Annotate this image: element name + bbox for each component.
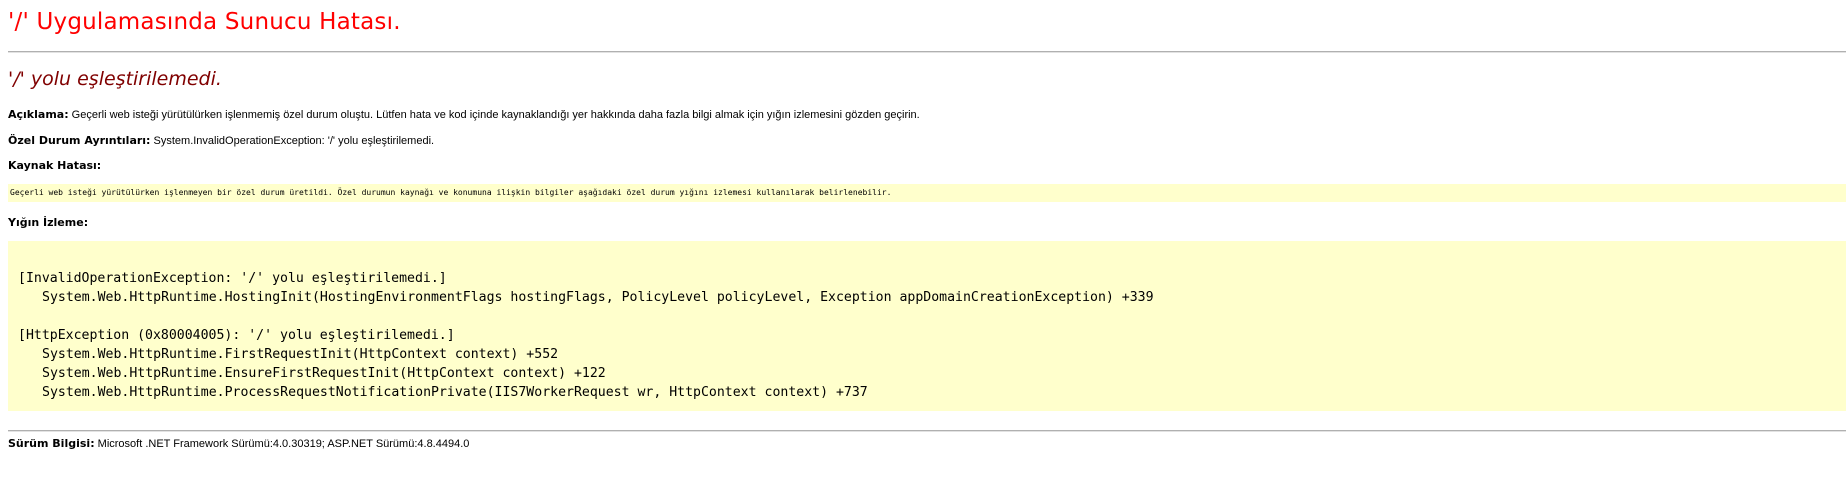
stack-trace-label: Yığın İzleme: (8, 216, 89, 229)
version-info-text: Microsoft .NET Framework Sürümü:4.0.3031… (94, 438, 470, 450)
stack-trace-line: System.Web.HttpRuntime.FirstRequestInit(… (42, 347, 559, 362)
stack-trace-line: System.Web.HttpRuntime.HostingInit(Hosti… (42, 290, 1154, 305)
exception-details-label: Özel Durum Ayrıntıları: (8, 134, 151, 147)
description-label: Açıklama: (8, 108, 69, 121)
title-divider (8, 51, 1846, 53)
source-error-text: Geçerli web isteği yürütülürken işlenmey… (10, 188, 892, 197)
exception-details-text: System.InvalidOperationException: '/' yo… (150, 135, 435, 147)
version-info-line: Sürüm Bilgisi: Microsoft .NET Framework … (8, 437, 469, 450)
source-error-label: Kaynak Hatası: (8, 159, 102, 172)
footer-divider (8, 430, 1846, 432)
stack-trace-line: [HttpException (0x80004005): '/' yolu eş… (18, 328, 455, 343)
exception-details-line: Özel Durum Ayrıntıları: System.InvalidOp… (8, 134, 434, 147)
stack-trace-line: System.Web.HttpRuntime.ProcessRequestNot… (42, 385, 868, 400)
stack-trace-line: System.Web.HttpRuntime.EnsureFirstReques… (42, 366, 606, 381)
description-text: Geçerli web isteği yürütülürken işlenmem… (68, 109, 920, 121)
version-info-label: Sürüm Bilgisi: (8, 437, 95, 450)
source-error-box: Geçerli web isteği yürütülürken işlenmey… (8, 184, 1846, 202)
page-title: '/' Uygulamasında Sunucu Hatası. (8, 9, 401, 35)
error-subtitle: '/' yolu eşleştirilemedi. (8, 68, 222, 90)
stack-trace-line: [InvalidOperationException: '/' yolu eşl… (18, 271, 447, 286)
description-line: Açıklama: Geçerli web isteği yürütülürke… (8, 108, 920, 121)
stack-trace-box: [InvalidOperationException: '/' yolu eşl… (8, 241, 1846, 411)
